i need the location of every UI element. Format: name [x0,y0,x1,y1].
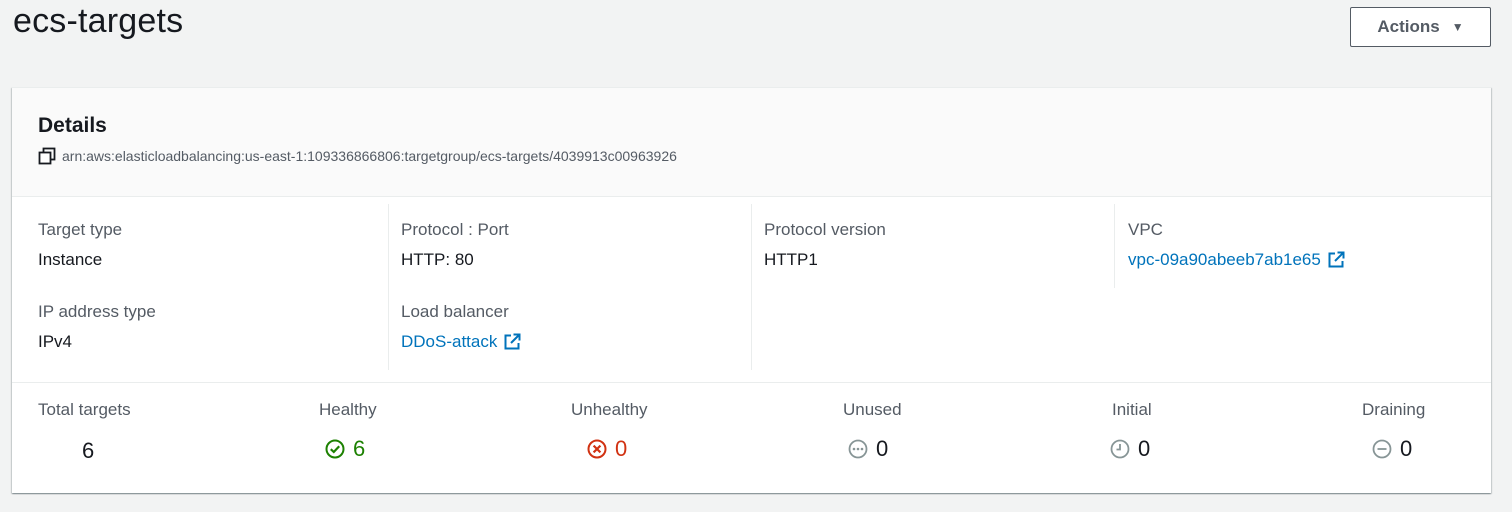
load-balancer-link-text: DDoS-attack [401,332,498,351]
ip-address-type-value: IPv4 [38,332,73,351]
protocol-version-value: HTTP1 [764,250,818,269]
stat-healthy: Healthy 6 [319,400,377,461]
details-column-2: Protocol : Port HTTP: 80 Load balancer D… [389,204,752,370]
stat-initial-value: 0 [1138,436,1151,461]
details-card: Details arn:aws:elasticloadbalancing:us-… [12,87,1491,493]
caret-down-icon: ▼ [1451,20,1464,34]
target-type-value: Instance [38,250,103,269]
stat-draining: Draining 0 [1362,400,1426,461]
protocol-port-label: Protocol : Port [401,220,509,239]
ellipsis-circle-icon [848,439,868,459]
vpc-label: VPC [1128,220,1163,239]
arn-text: arn:aws:elasticloadbalancing:us-east-1:1… [62,148,677,164]
details-header: Details arn:aws:elasticloadbalancing:us-… [12,88,1491,197]
stat-unhealthy: Unhealthy 0 [571,400,648,461]
check-circle-icon [325,439,345,459]
details-column-1: Target type Instance IP address type IPv… [12,204,389,370]
minus-circle-icon [1372,439,1392,459]
details-column-3: Protocol version HTTP1 [752,204,1115,370]
x-circle-icon [587,439,607,459]
stat-initial: Initial 0 [1110,400,1152,461]
arn-row: arn:aws:elasticloadbalancing:us-east-1:1… [38,147,677,165]
stat-initial-label: Initial [1112,400,1152,419]
page-title: ecs-targets [13,2,184,40]
vpc-link[interactable]: vpc-09a90abeeb7ab1e65 [1128,250,1345,270]
actions-button[interactable]: Actions ▼ [1350,7,1491,47]
target-type-label: Target type [38,220,123,239]
copy-icon[interactable] [38,147,56,165]
stat-unused-value: 0 [876,436,889,461]
stat-unhealthy-label: Unhealthy [571,400,648,419]
details-title: Details [38,114,107,137]
load-balancer-link[interactable]: DDoS-attack [401,332,521,352]
actions-button-label: Actions [1377,17,1440,36]
protocol-port-value: HTTP: 80 [401,250,474,269]
stat-draining-value: 0 [1400,436,1413,461]
ip-address-type-label: IP address type [38,302,156,321]
stat-draining-label: Draining [1362,400,1426,419]
stat-total-value: 6 [82,438,95,463]
stats-divider [12,382,1491,383]
stat-healthy-value: 6 [353,436,366,461]
details-column-4: VPC vpc-09a90abeeb7ab1e65 [1114,204,1491,288]
protocol-version-label: Protocol version [764,220,886,239]
stat-unhealthy-value: 0 [615,436,628,461]
stat-total-targets: Total targets 6 [38,400,131,463]
stat-total-label: Total targets [38,400,131,419]
stat-unused: Unused 0 [843,400,902,461]
vpc-link-text: vpc-09a90abeeb7ab1e65 [1128,250,1321,269]
stat-unused-label: Unused [843,400,902,419]
external-link-icon [1327,251,1345,269]
clock-icon [1110,439,1130,459]
external-link-icon [503,333,521,351]
load-balancer-label: Load balancer [401,302,509,321]
stat-healthy-label: Healthy [319,400,377,419]
